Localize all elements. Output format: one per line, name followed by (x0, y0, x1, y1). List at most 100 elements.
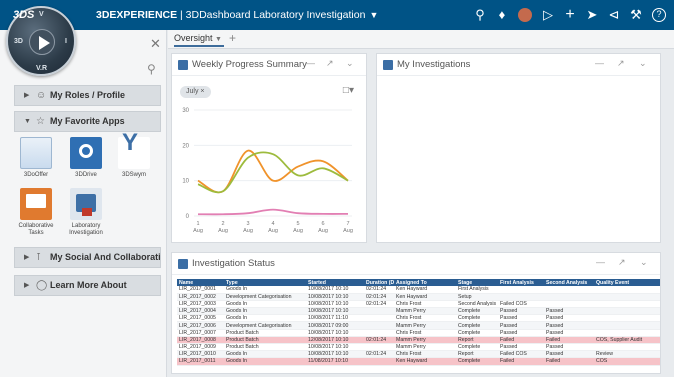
column-header[interactable]: Assigned To (394, 279, 456, 286)
widget-title: Investigation Status (192, 258, 275, 269)
column-header[interactable]: Quality Event (594, 279, 660, 286)
app-title[interactable]: 3DEXPERIENCE | 3DDashboard Laboratory In… (96, 9, 378, 21)
tools-icon[interactable]: ⚒ (628, 7, 644, 23)
table-cell: Passed (544, 350, 594, 359)
search-icon[interactable]: ⚲ (147, 62, 156, 76)
send-icon[interactable]: ➤ (584, 7, 600, 23)
brand-logo: 3DS (13, 9, 35, 21)
help-icon[interactable]: ? (652, 8, 666, 22)
expand-icon[interactable]: ↗ (618, 257, 626, 268)
table-row[interactable]: LIR_2017_0010 Goods In 10/08/2017 10:10 02:… (177, 350, 660, 359)
plus-icon[interactable]: + (562, 7, 578, 23)
app-collaborative-tasks[interactable]: Collaborative Tasks (16, 188, 56, 237)
table-cell: 10/08/2017 10:10 (306, 286, 364, 294)
column-header[interactable]: Duration (D:H:M) (364, 279, 394, 286)
table-cell: LIR_2017_0003 (177, 300, 224, 309)
minimize-icon[interactable]: — (596, 257, 605, 267)
table-cell: Complete (456, 307, 498, 316)
table-cell: Passed (544, 314, 594, 323)
table-cell: Goods In (224, 286, 306, 294)
table-cell: 02:01:24 (364, 336, 394, 345)
left-panel: ✕ ⚲ ▶ ☺ My Roles / Profile ▼ ☆ My Favori… (0, 30, 167, 377)
table-cell: Failed (544, 336, 594, 345)
table-cell: LIR_2017_0007 (177, 329, 224, 337)
table-cell: Development Categorisation (224, 321, 306, 330)
section-my-favorite-apps[interactable]: ▼ ☆ My Favorite Apps (14, 111, 161, 132)
widget-header: My Investigations — ↗ ⌄ (377, 54, 660, 76)
table-cell (364, 357, 394, 366)
y-tick-label: 20 (182, 143, 189, 149)
app-3dswym[interactable]: Y 3DSwym (114, 131, 154, 179)
minimize-icon[interactable]: — (595, 58, 604, 68)
chevron-right-icon: ▶ (24, 254, 30, 261)
chevron-down-icon[interactable]: ⌄ (346, 58, 354, 69)
table-cell: Failed (544, 357, 594, 366)
table-cell: Passed (498, 321, 544, 330)
tag-icon[interactable]: ♦ (494, 7, 510, 23)
column-header[interactable]: Stage (456, 279, 498, 286)
table-cell (544, 293, 594, 301)
investigation-status-table: NameTypeStartedDuration (D:H:M)Assigned … (177, 279, 660, 366)
table-cell: Setup (456, 293, 498, 301)
table-cell: Mamm Perry (394, 307, 456, 316)
chevron-down-icon[interactable]: ⌄ (639, 58, 647, 69)
column-header[interactable]: Name (177, 279, 224, 286)
y-tick-label: 0 (186, 214, 190, 220)
expand-icon[interactable]: ↗ (326, 58, 334, 69)
table-body: LIR_2017_0001 Goods In 10/08/2017 10:10 02:… (177, 286, 660, 366)
table-cell: Passed (498, 314, 544, 323)
tab-oversight[interactable]: Oversight ▼ (174, 33, 224, 47)
share-icon[interactable]: ⊲ (606, 7, 622, 23)
table-row[interactable]: LIR_2017_0004 Goods In 10/08/2017 10:10 Mam… (177, 307, 660, 316)
app-laboratory-investigation[interactable]: Laboratory Investigation (66, 188, 106, 237)
table-row[interactable]: LIR_2017_0007 Product Batch 10/08/2017 10:… (177, 329, 660, 337)
user-avatar-icon[interactable] (518, 8, 532, 22)
table-row[interactable]: LIR_2017_0009 Product Batch 10/08/2017 10:… (177, 343, 660, 352)
x-tick-label: Aug (218, 228, 228, 234)
minimize-icon[interactable]: — (306, 58, 315, 68)
close-icon[interactable]: ✕ (150, 36, 161, 52)
table-cell: 10/08/2017 10:10 (306, 343, 364, 352)
table-cell: Ken Hayward (394, 357, 456, 366)
add-tab-button[interactable]: + (229, 31, 236, 45)
table-row[interactable]: LIR_2017_0003 Goods In 10/08/2017 10:10 02:… (177, 300, 660, 309)
widget-title: My Investigations (397, 59, 471, 70)
table-cell (498, 286, 544, 294)
table-row[interactable]: LIR_2017_0011 Goods In 11/08/2017 10:10 Ken… (177, 357, 660, 366)
table-cell: Passed (544, 329, 594, 337)
table-cell: Complete (456, 329, 498, 337)
my-investigations-widget: My Investigations — ↗ ⌄ (376, 53, 661, 243)
table-row[interactable]: LIR_2017_0005 Goods In 10/08/2017 11:10 Chr… (177, 314, 660, 323)
table-row[interactable]: LIR_2017_0006 Development Categorisation 1… (177, 321, 660, 330)
section-social-collaborative[interactable]: ▶ ⊺ My Social And Collaborativ... (14, 247, 161, 268)
table-cell: Chris Frost (394, 300, 456, 309)
filter-chip[interactable]: July × (180, 86, 211, 98)
document-icon[interactable]: □▾ (343, 85, 354, 96)
column-header[interactable]: First Analysis (498, 279, 544, 286)
table-cell: Development Categorisation (224, 293, 306, 301)
table-cell: LIR_2017_0006 (177, 321, 224, 330)
play-icon[interactable] (29, 29, 55, 55)
column-header[interactable]: Started (306, 279, 364, 286)
series-line (197, 151, 349, 194)
column-header[interactable]: Type (224, 279, 306, 286)
section-learn-more[interactable]: ▶ ◯ Learn More About (14, 275, 161, 296)
table-cell: Chris Frost (394, 329, 456, 337)
column-header[interactable]: Second Analysis (544, 279, 594, 286)
table-row[interactable]: LIR_2017_0002 Development Categorisation 1… (177, 293, 660, 301)
table-cell: LIR_2017_0010 (177, 350, 224, 359)
search-icon[interactable]: ⚲ (472, 7, 488, 23)
chevron-down-icon[interactable]: ⌄ (640, 257, 648, 268)
table-row[interactable]: LIR_2017_0008 Product Batch 12/08/2017 10:… (177, 336, 660, 345)
expand-icon[interactable]: ↗ (617, 58, 625, 69)
table-cell: 10/08/2017 10:10 (306, 350, 364, 359)
app-3ddrive[interactable]: 3DDrive (66, 137, 106, 179)
x-tick-label: Aug (293, 228, 303, 234)
table-cell (364, 321, 394, 330)
app-3dooffer[interactable]: 3DoOffer (16, 137, 56, 179)
chevron-down-icon[interactable]: ▼ (369, 10, 378, 20)
table-row[interactable]: LIR_2017_0001 Goods In 10/08/2017 10:10 02:… (177, 286, 660, 294)
share-tag-icon[interactable]: ▷ (540, 7, 556, 23)
section-my-roles[interactable]: ▶ ☺ My Roles / Profile (14, 85, 161, 106)
tab-bar: Oversight ▼ + (168, 30, 674, 49)
